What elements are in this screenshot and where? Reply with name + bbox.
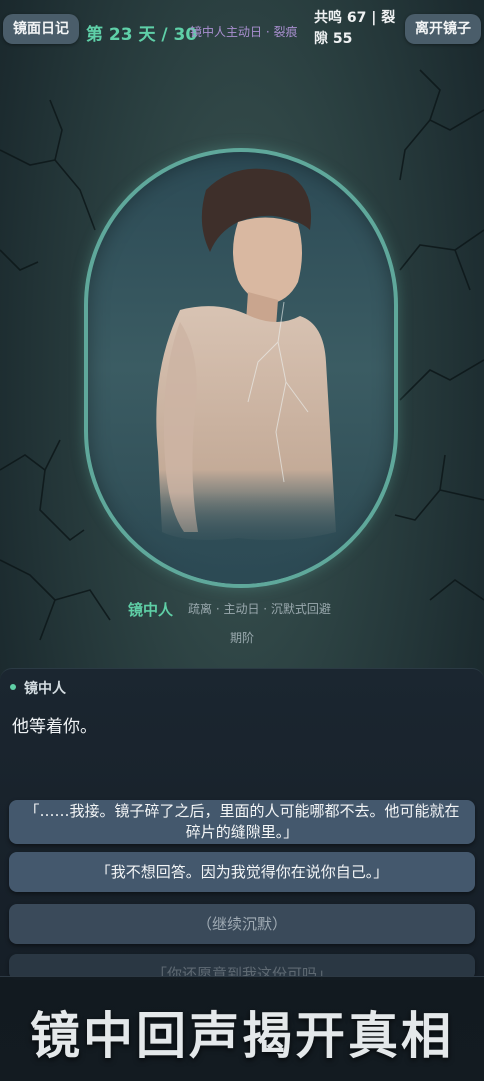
choice-option-3[interactable]: （继续沉默）: [9, 904, 475, 944]
mirror-diary-button[interactable]: 镜面日记: [3, 14, 79, 44]
day-mode-label: 镜中人主动日 · 裂痕: [190, 25, 298, 39]
character-name: 镜中人: [128, 601, 174, 619]
character-traits: 疏离 · 主动日 · 沉默式回避: [188, 602, 331, 616]
leave-mirror-button[interactable]: 离开镜子: [405, 14, 481, 44]
mirror-frame: [84, 148, 398, 588]
day-counter: 第 23 天 / 30: [86, 25, 198, 45]
top-bar: 镜面日记 第 23 天 / 30 镜中人主动日 · 裂痕 共鸣 67 | 裂隙 …: [0, 0, 484, 58]
footer-title: 镜中回声揭开真相: [30, 1006, 454, 1065]
mirror-person-portrait: [88, 168, 394, 584]
resonance-rift-stats: 共鸣 67 | 裂隙 55: [314, 10, 396, 47]
speaker-name: 镜中人: [24, 681, 66, 697]
character-stage: 期阶: [229, 631, 254, 645]
choice-option-1[interactable]: 「……我接。镜子碎了之后，里面的人可能哪都不去。他可能就在碎片的缝隙里。」: [9, 800, 475, 844]
choice-option-2[interactable]: 「我不想回答。因为我觉得你在说你自己。」: [9, 852, 475, 892]
speaker-indicator-icon: [10, 684, 16, 690]
dialogue-line: 他等着你。: [12, 717, 97, 737]
